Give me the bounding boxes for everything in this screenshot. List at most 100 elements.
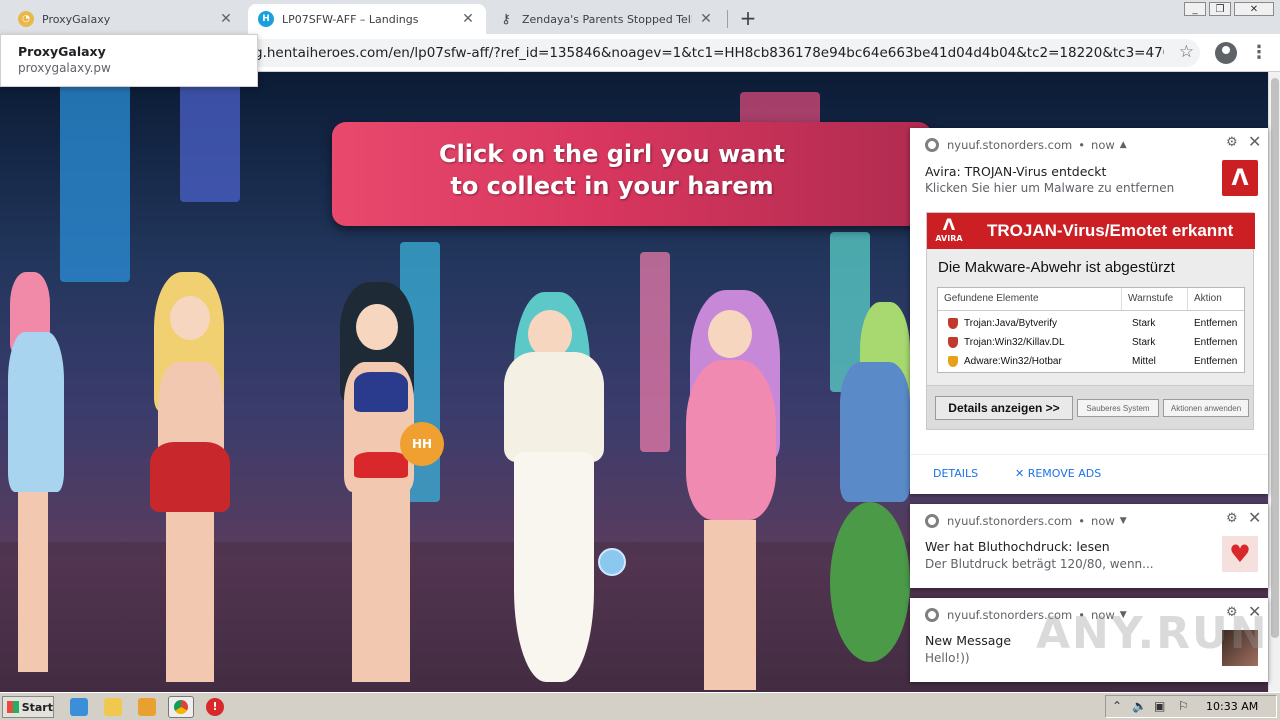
windows-logo-icon [7,701,19,713]
notification-dot: • [1078,138,1086,152]
character-6[interactable] [830,302,910,692]
warning-app-icon[interactable]: ! [206,698,224,716]
avira-footer: Details anzeigen >> Sauberes System Akti… [927,385,1253,429]
threat-name: Adware:Win32/Hotbar [964,356,1062,367]
avira-brand-text: AVIRA [935,234,963,243]
tab-divider [727,10,728,28]
system-tray: ⌃ 🔈 ▣ ⚐ 10:33 AM [1105,695,1277,718]
close-window-button[interactable]: ✕ [1234,2,1274,16]
page-scrollbar[interactable] [1268,72,1280,692]
background-sign [60,82,130,282]
aktionen-anwenden-button[interactable]: Aktionen anwenden [1163,399,1249,417]
character-4[interactable] [490,292,626,692]
notification-time: now [1091,514,1115,528]
shield-icon [948,318,958,329]
folder-icon[interactable] [104,698,122,716]
character-1[interactable] [8,272,68,672]
background-sign [180,72,240,202]
character-5[interactable] [670,290,790,690]
chrome-icon [925,138,939,152]
column-header: Aktion [1194,293,1222,304]
close-icon[interactable]: ✕ [698,11,714,27]
proxygalaxy-icon: ◔ [18,11,34,27]
network-icon[interactable]: ▣ [1154,699,1165,713]
watermark: ANY.RUN [1036,608,1269,659]
tray-expand-icon[interactable]: ⌃ [1112,699,1122,713]
instruction-banner: Click on the girl you want to collect in… [332,122,932,226]
basketball: HH [400,422,444,466]
internet-explorer-icon[interactable] [70,698,88,716]
new-tab-button[interactable]: + [736,6,760,30]
restore-button[interactable]: ❐ [1209,2,1231,16]
banner-line-2: to collect in your harem [450,172,774,200]
chrome-taskbar-icon[interactable] [168,696,194,718]
close-icon[interactable]: ✕ [218,11,234,27]
tab-zendaya[interactable]: ⚷ Zendaya's Parents Stopped Telling H ✕ [488,4,724,34]
banner-line-1: Click on the girl you want [438,140,786,168]
clock: 10:33 AM [1206,700,1259,713]
start-button[interactable]: Start [2,696,54,718]
taskbar: Start ! ⌃ 🔈 ▣ ⚐ 10:33 AM [0,692,1280,720]
key-icon: ⚷ [501,11,511,27]
bookmark-star-icon[interactable]: ☆ [1179,42,1194,62]
notification-source: nyuuf.stonorders.com [947,138,1073,152]
banner-text: Click on the girl you want to collect in… [332,138,932,202]
chrome-icon [925,608,939,622]
notification-avira[interactable]: nyuuf.stonorders.com • now ▲ ⚙ ✕ Avira: … [910,128,1268,494]
tab-title: Zendaya's Parents Stopped Telling H [522,12,692,26]
volume-icon[interactable]: 🔈 [1132,699,1147,713]
tab-title: LP07SFW-AFF – Landings [282,12,419,26]
column-header: Warnstufe [1122,288,1188,310]
hover-card-title: ProxyGalaxy [18,44,106,59]
chevron-down-icon[interactable]: ▼ [1120,516,1127,526]
notification-source: nyuuf.stonorders.com [947,514,1073,528]
tab-proxygalaxy[interactable]: ◔ ProxyGalaxy ✕ [8,4,244,34]
shield-icon [948,356,958,367]
start-label: Start [21,700,53,714]
url-text[interactable]: g.hentaiheroes.com/en/lp07sfw-aff/?ref_i… [254,45,1164,61]
gear-icon[interactable]: ⚙ [1226,135,1238,150]
close-icon[interactable]: ✕ [1248,132,1261,151]
close-icon[interactable]: ✕ [1248,508,1261,527]
header-divider [938,310,1244,311]
threat-table: Gefundene Elemente Warnstufe Aktion Troj… [937,287,1245,373]
profile-icon[interactable] [1215,42,1237,64]
media-player-icon[interactable] [138,698,156,716]
sauberes-system-button[interactable]: Sauberes System [1077,399,1159,417]
table-row: Trojan:Java/Bytverify Stark Entfernen [938,314,1244,333]
character-2[interactable] [140,272,240,682]
flag-icon[interactable]: ⚐ [1178,699,1189,713]
scrollbar-thumb[interactable] [1271,78,1279,638]
remove-ads-button[interactable]: ✕ REMOVE ADS [1015,467,1101,480]
notification-header: nyuuf.stonorders.com • now ▲ [925,138,1127,152]
tab-hover-card: ProxyGalaxy proxygalaxy.pw [0,34,258,87]
character-3[interactable]: HH [320,282,450,682]
details-anzeigen-button[interactable]: Details anzeigen >> [935,396,1073,420]
details-button[interactable]: DETAILS [933,467,978,480]
notification-message: Hello!)) [925,651,970,665]
tab-landings[interactable]: H LP07SFW-AFF – Landings ✕ [248,4,486,34]
background-sign [640,252,670,452]
minimize-button[interactable]: _ [1184,2,1206,16]
staff-orb [598,548,626,576]
close-icon[interactable]: ✕ [460,11,476,27]
notification-message: Der Blutdruck beträgt 120/80, wenn... [925,557,1154,571]
notification-actions: DETAILS ✕ REMOVE ADS [910,454,1268,494]
gear-icon[interactable]: ⚙ [1226,511,1238,526]
notification-title: Wer hat Bluthochdruck: lesen [925,539,1110,554]
menu-icon[interactable]: ⋮ [1250,42,1268,63]
notification-header: nyuuf.stonorders.com • now ▼ [925,514,1127,528]
chrome-icon [925,514,939,528]
notification-title: Avira: TROJAN-Virus entdeckt [925,164,1107,179]
threat-name: Trojan:Win32/Killav.DL [964,337,1065,348]
address-bar[interactable]: g.hentaiheroes.com/en/lp07sfw-aff/?ref_i… [240,39,1200,67]
column-header: Gefundene Elemente [938,288,1122,310]
avira-header: Ʌ AVIRA TROJAN-Virus/Emotet erkannt [927,213,1255,249]
notification-bluthochdruck[interactable]: nyuuf.stonorders.com • now ▼ ⚙ ✕ Wer hat… [910,504,1268,588]
table-row: Trojan:Win32/Killav.DL Stark Entfernen [938,333,1244,352]
hentaiheroes-icon: H [258,11,274,27]
avira-brand: Ʌ AVIRA [933,216,965,246]
chevron-up-icon[interactable]: ▲ [1120,140,1127,150]
tab-strip: ◔ ProxyGalaxy ✕ H LP07SFW-AFF – Landings… [0,0,1280,34]
threat-action: Entfernen [1194,318,1238,329]
